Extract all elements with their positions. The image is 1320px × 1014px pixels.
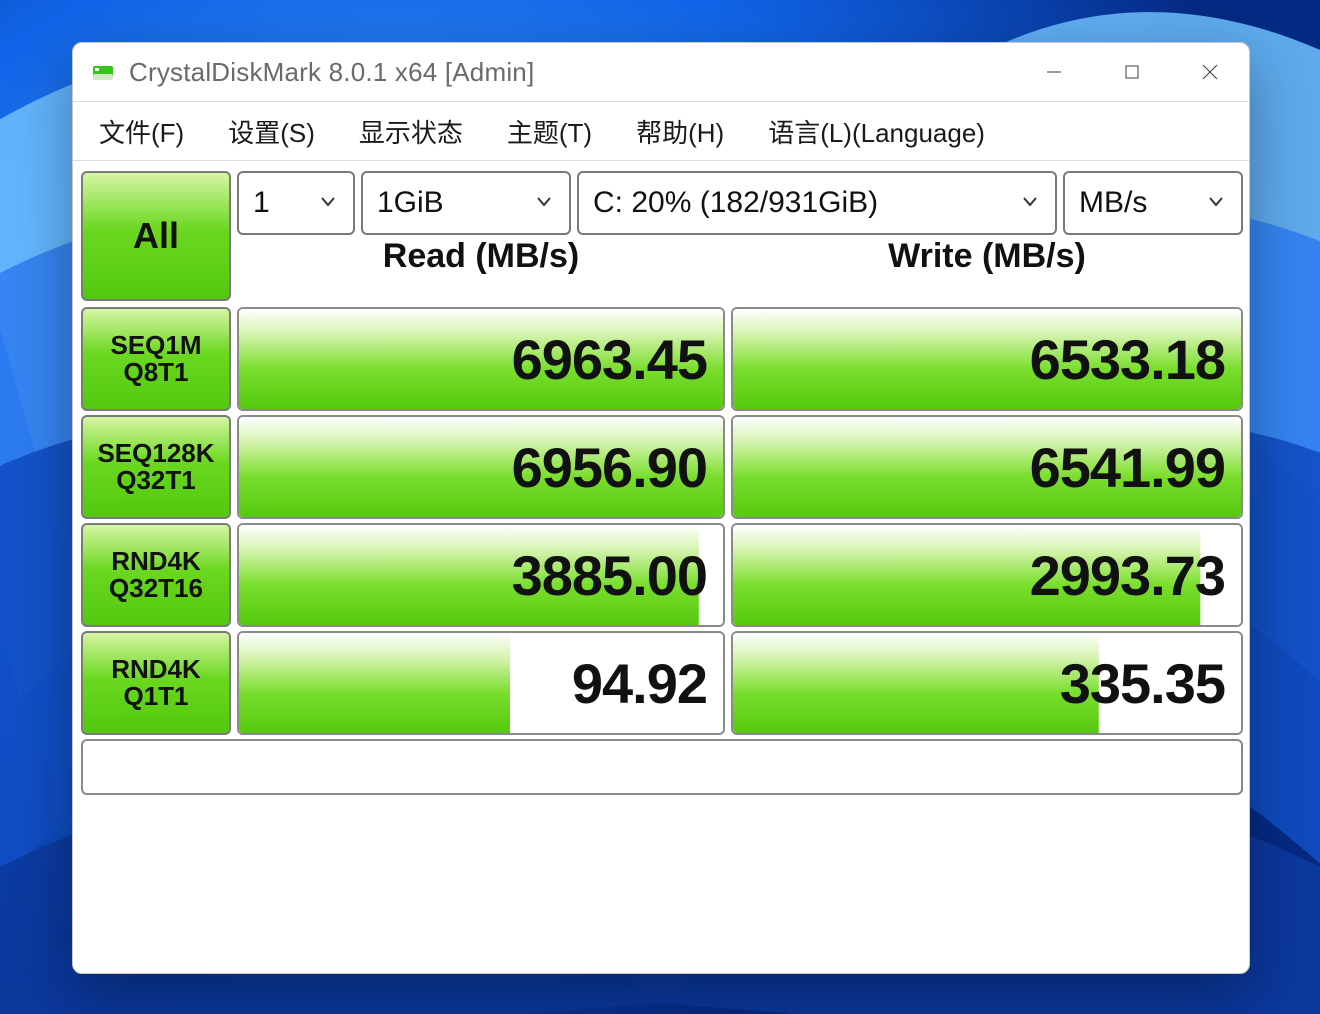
- menu-theme[interactable]: 主题(T): [485, 113, 614, 150]
- drive-select[interactable]: C: 20% (182/931GiB): [577, 171, 1057, 235]
- read-value: 6956.90: [512, 435, 707, 500]
- write-value-cell-3: 335.35: [731, 631, 1243, 735]
- titlebar: CrystalDiskMark 8.0.1 x64 [Admin]: [73, 43, 1249, 102]
- chevron-down-icon: [317, 186, 339, 220]
- maximize-button[interactable]: [1093, 43, 1171, 101]
- size-select[interactable]: 1GiB: [361, 171, 571, 235]
- test-label-line1: SEQ128K: [97, 440, 214, 467]
- test-label-line2: Q8T1: [123, 359, 188, 386]
- test-label-line1: RND4K: [111, 548, 201, 575]
- app-window: CrystalDiskMark 8.0.1 x64 [Admin] 文件(F) …: [72, 42, 1250, 974]
- minimize-button[interactable]: [1015, 43, 1093, 101]
- app-icon: [91, 60, 115, 84]
- menu-settings[interactable]: 设置(S): [206, 113, 337, 150]
- run-all-label: All: [133, 215, 179, 257]
- read-value-cell-2: 3885.00: [237, 523, 725, 627]
- test-label-line1: RND4K: [111, 656, 201, 683]
- chevron-down-icon: [533, 186, 555, 220]
- content-area: All 1 1GiB C: 20% (182/931GiB): [73, 161, 1249, 801]
- test-label-line2: Q1T1: [123, 683, 188, 710]
- read-value-cell-0: 6963.45: [237, 307, 725, 411]
- test-button-3[interactable]: RND4K Q1T1: [81, 631, 231, 735]
- write-value: 6541.99: [1030, 435, 1225, 500]
- write-value-cell-0: 6533.18: [731, 307, 1243, 411]
- test-label-line2: Q32T16: [109, 575, 203, 602]
- status-bar: [81, 739, 1243, 795]
- unit-select[interactable]: MB/s: [1063, 171, 1243, 235]
- close-button[interactable]: [1171, 43, 1249, 101]
- size-value: 1GiB: [377, 186, 444, 220]
- test-button-0[interactable]: SEQ1M Q8T1: [81, 307, 231, 411]
- test-button-2[interactable]: RND4K Q32T16: [81, 523, 231, 627]
- unit-value: MB/s: [1079, 186, 1147, 220]
- read-header: Read (MB/s): [237, 237, 725, 276]
- read-value: 3885.00: [512, 543, 707, 608]
- read-value: 94.92: [572, 651, 707, 716]
- read-value-cell-1: 6956.90: [237, 415, 725, 519]
- run-all-button[interactable]: All: [81, 171, 231, 301]
- menu-help[interactable]: 帮助(H): [614, 113, 746, 150]
- menubar: 文件(F) 设置(S) 显示状态 主题(T) 帮助(H) 语言(L)(Langu…: [73, 102, 1249, 161]
- write-value-cell-1: 6541.99: [731, 415, 1243, 519]
- chevron-down-icon: [1019, 186, 1041, 220]
- write-value: 2993.73: [1030, 543, 1225, 608]
- chevron-down-icon: [1205, 186, 1227, 220]
- menu-file[interactable]: 文件(F): [77, 113, 206, 150]
- window-title: CrystalDiskMark 8.0.1 x64 [Admin]: [129, 57, 534, 88]
- write-value-cell-2: 2993.73: [731, 523, 1243, 627]
- read-value: 6963.45: [512, 327, 707, 392]
- write-header: Write (MB/s): [731, 237, 1243, 276]
- drive-value: C: 20% (182/931GiB): [593, 186, 878, 220]
- test-button-1[interactable]: SEQ128K Q32T1: [81, 415, 231, 519]
- runs-value: 1: [253, 186, 270, 220]
- menu-language[interactable]: 语言(L)(Language): [746, 113, 1007, 150]
- read-value-cell-3: 94.92: [237, 631, 725, 735]
- runs-select[interactable]: 1: [237, 171, 355, 235]
- test-label-line1: SEQ1M: [110, 332, 201, 359]
- write-value: 6533.18: [1030, 327, 1225, 392]
- test-label-line2: Q32T1: [116, 467, 196, 494]
- menu-display[interactable]: 显示状态: [337, 113, 485, 150]
- write-value: 335.35: [1060, 651, 1225, 716]
